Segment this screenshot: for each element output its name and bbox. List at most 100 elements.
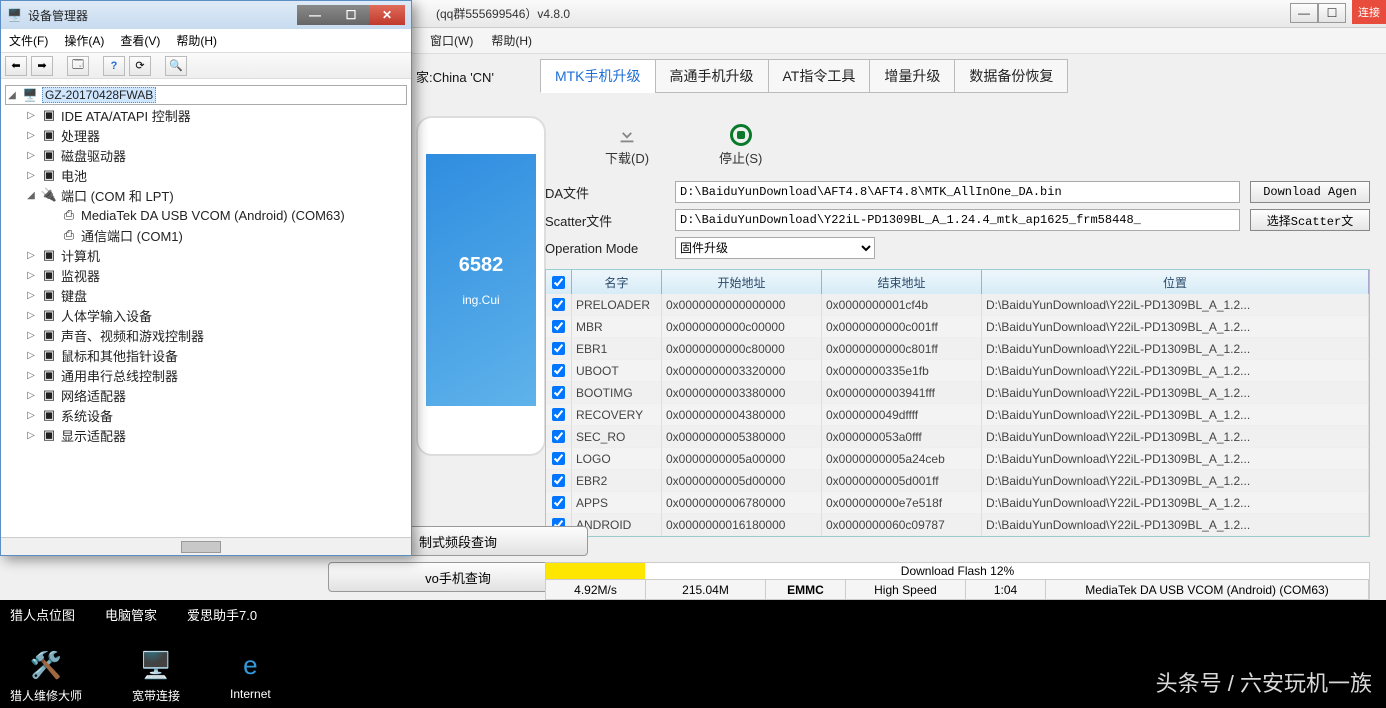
row-checkbox[interactable] xyxy=(552,452,565,465)
row-checkbox[interactable] xyxy=(552,474,565,487)
row-checkbox[interactable] xyxy=(552,320,565,333)
opmode-label: Operation Mode xyxy=(545,241,665,256)
row-start: 0x0000000005d00000 xyxy=(662,470,822,492)
row-checkbox[interactable] xyxy=(552,408,565,421)
row-checkbox[interactable] xyxy=(552,298,565,311)
tree-port-com1[interactable]: ⎙通信端口 (COM1) xyxy=(5,225,407,245)
phone-chip: 6582 xyxy=(459,254,504,277)
dm-titlebar[interactable]: 🖥️ 设备管理器 — ☐ ✕ xyxy=(1,1,411,29)
choose-scatter-button[interactable]: 选择Scatter文 xyxy=(1250,209,1370,231)
phone-author: ing.Cui xyxy=(462,293,499,307)
back-button[interactable]: ⬅ xyxy=(5,56,27,76)
dm-menubar: 文件(F) 操作(A) 查看(V) 帮助(H) xyxy=(1,29,411,53)
tree-node[interactable]: ▷▣IDE ATA/ATAPI 控制器 xyxy=(5,105,407,125)
tab-backup[interactable]: 数据备份恢复 xyxy=(954,59,1068,93)
row-checkbox[interactable] xyxy=(552,386,565,399)
table-row[interactable]: BOOTIMG 0x0000000003380000 0x00000000039… xyxy=(546,382,1369,404)
taskbar-item-3[interactable]: 爱思助手7.0 xyxy=(187,605,257,624)
table-row[interactable]: RECOVERY 0x0000000004380000 0x000000049d… xyxy=(546,404,1369,426)
table-row[interactable]: PRELOADER 0x0000000000000000 0x000000000… xyxy=(546,294,1369,316)
tree-node[interactable]: ▷▣通用串行总线控制器 xyxy=(5,365,407,385)
tree-port-mtk[interactable]: ⎙MediaTek DA USB VCOM (Android) (COM63) xyxy=(5,205,407,225)
table-row[interactable]: SEC_RO 0x0000000005380000 0x000000053a0f… xyxy=(546,426,1369,448)
tb-help-button[interactable]: ? xyxy=(103,56,125,76)
dm-close-button[interactable]: ✕ xyxy=(369,5,405,25)
row-start: 0x0000000000c00000 xyxy=(662,316,822,338)
tree-node[interactable]: ▷▣声音、视频和游戏控制器 xyxy=(5,325,407,345)
download-button[interactable]: 下载(D) xyxy=(605,124,649,167)
taskbar-item-1[interactable]: 猎人点位图 xyxy=(10,605,75,624)
device-icon: ▣ xyxy=(41,247,57,263)
device-icon: ▣ xyxy=(41,127,57,143)
tree-node[interactable]: ▷▣磁盘驱动器 xyxy=(5,145,407,165)
tab-mtk[interactable]: MTK手机升级 xyxy=(540,59,656,93)
maximize-button[interactable]: ☐ xyxy=(1318,3,1346,23)
download-agent-button[interactable]: Download Agen xyxy=(1250,181,1370,203)
tree-node[interactable]: ▷▣人体学输入设备 xyxy=(5,305,407,325)
dm-menu-file[interactable]: 文件(F) xyxy=(9,32,48,49)
dm-menu-view[interactable]: 查看(V) xyxy=(120,32,160,49)
grid-head-end[interactable]: 结束地址 xyxy=(822,270,982,294)
grid-head-loc[interactable]: 位置 xyxy=(982,270,1369,294)
usb-icon: ⎙ xyxy=(61,207,77,223)
tree-ports[interactable]: ◢🔌端口 (COM 和 LPT) xyxy=(5,185,407,205)
da-file-input[interactable] xyxy=(675,181,1240,203)
progress-text: Download Flash 12% xyxy=(901,564,1014,578)
tab-at[interactable]: AT指令工具 xyxy=(768,59,871,93)
grid-head-name[interactable]: 名字 xyxy=(572,270,662,294)
menu-help[interactable]: 帮助(H) xyxy=(491,32,532,49)
dm-menu-action[interactable]: 操作(A) xyxy=(64,32,104,49)
device-icon: ▣ xyxy=(41,387,57,403)
tree-root[interactable]: ◢🖥️GZ-20170428FWAB xyxy=(5,85,407,105)
table-row[interactable]: MBR 0x0000000000c00000 0x0000000000c001f… xyxy=(546,316,1369,338)
row-checkbox[interactable] xyxy=(552,364,565,377)
table-row[interactable]: EBR2 0x0000000005d00000 0x0000000005d001… xyxy=(546,470,1369,492)
dm-menu-help[interactable]: 帮助(H) xyxy=(176,32,217,49)
tree-node[interactable]: ▷▣网络适配器 xyxy=(5,385,407,405)
table-row[interactable]: ANDROID 0x0000000016180000 0x0000000060c… xyxy=(546,514,1369,536)
desktop-icon-2[interactable]: 🖥️宽带连接 xyxy=(132,647,180,704)
connect-badge[interactable]: 连接 xyxy=(1352,0,1386,24)
stop-button[interactable]: 停止(S) xyxy=(719,124,762,167)
desktop-icon-3[interactable]: eInternet xyxy=(230,647,271,704)
tree-node[interactable]: ▷▣处理器 xyxy=(5,125,407,145)
row-checkbox[interactable] xyxy=(552,496,565,509)
dm-maximize-button[interactable]: ☐ xyxy=(333,5,369,25)
row-name: EBR1 xyxy=(572,338,662,360)
taskbar-item-2[interactable]: 电脑管家 xyxy=(105,605,157,624)
dm-minimize-button[interactable]: — xyxy=(297,5,333,25)
row-loc: D:\BaiduYunDownload\Y22iL-PD1309BL_A_1.2… xyxy=(982,360,1369,382)
minimize-button[interactable]: — xyxy=(1290,3,1318,23)
row-checkbox[interactable] xyxy=(552,430,565,443)
tree-node[interactable]: ▷▣电池 xyxy=(5,165,407,185)
watermark: 头条号 / 六安玩机一族 xyxy=(1156,666,1372,698)
scatter-file-input[interactable] xyxy=(675,209,1240,231)
row-start: 0x0000000000c80000 xyxy=(662,338,822,360)
table-row[interactable]: UBOOT 0x0000000003320000 0x0000000335e1f… xyxy=(546,360,1369,382)
tree-node[interactable]: ▷▣键盘 xyxy=(5,285,407,305)
row-end: 0x0000000000c801ff xyxy=(822,338,982,360)
scroll-thumb[interactable] xyxy=(181,541,221,553)
desktop-icon-1[interactable]: 🛠️猎人维修大师 xyxy=(10,647,82,704)
tab-delta[interactable]: 增量升级 xyxy=(869,59,955,93)
device-tree[interactable]: ◢🖥️GZ-20170428FWAB ▷▣IDE ATA/ATAPI 控制器▷▣… xyxy=(1,79,411,537)
dm-scrollbar[interactable] xyxy=(1,537,411,555)
tree-node[interactable]: ▷▣系统设备 xyxy=(5,405,407,425)
row-checkbox[interactable] xyxy=(552,342,565,355)
menu-window[interactable]: 窗口(W) xyxy=(430,32,473,49)
forward-button[interactable]: ➡ xyxy=(31,56,53,76)
grid-head-check[interactable] xyxy=(546,270,572,294)
opmode-select[interactable]: 固件升级 xyxy=(675,237,875,259)
tree-node[interactable]: ▷▣监视器 xyxy=(5,265,407,285)
table-row[interactable]: LOGO 0x0000000005a00000 0x0000000005a24c… xyxy=(546,448,1369,470)
tb-scan-button[interactable]: 🔍 xyxy=(165,56,187,76)
tree-node[interactable]: ▷▣鼠标和其他指针设备 xyxy=(5,345,407,365)
tb-scope-button[interactable]: 🗔 xyxy=(67,56,89,76)
grid-head-start[interactable]: 开始地址 xyxy=(662,270,822,294)
tree-node[interactable]: ▷▣计算机 xyxy=(5,245,407,265)
tab-qcom[interactable]: 高通手机升级 xyxy=(655,59,769,93)
table-row[interactable]: APPS 0x0000000006780000 0x000000000e7e51… xyxy=(546,492,1369,514)
tree-node[interactable]: ▷▣显示适配器 xyxy=(5,425,407,445)
tb-refresh-button[interactable]: ⟳ xyxy=(129,56,151,76)
table-row[interactable]: EBR1 0x0000000000c80000 0x0000000000c801… xyxy=(546,338,1369,360)
